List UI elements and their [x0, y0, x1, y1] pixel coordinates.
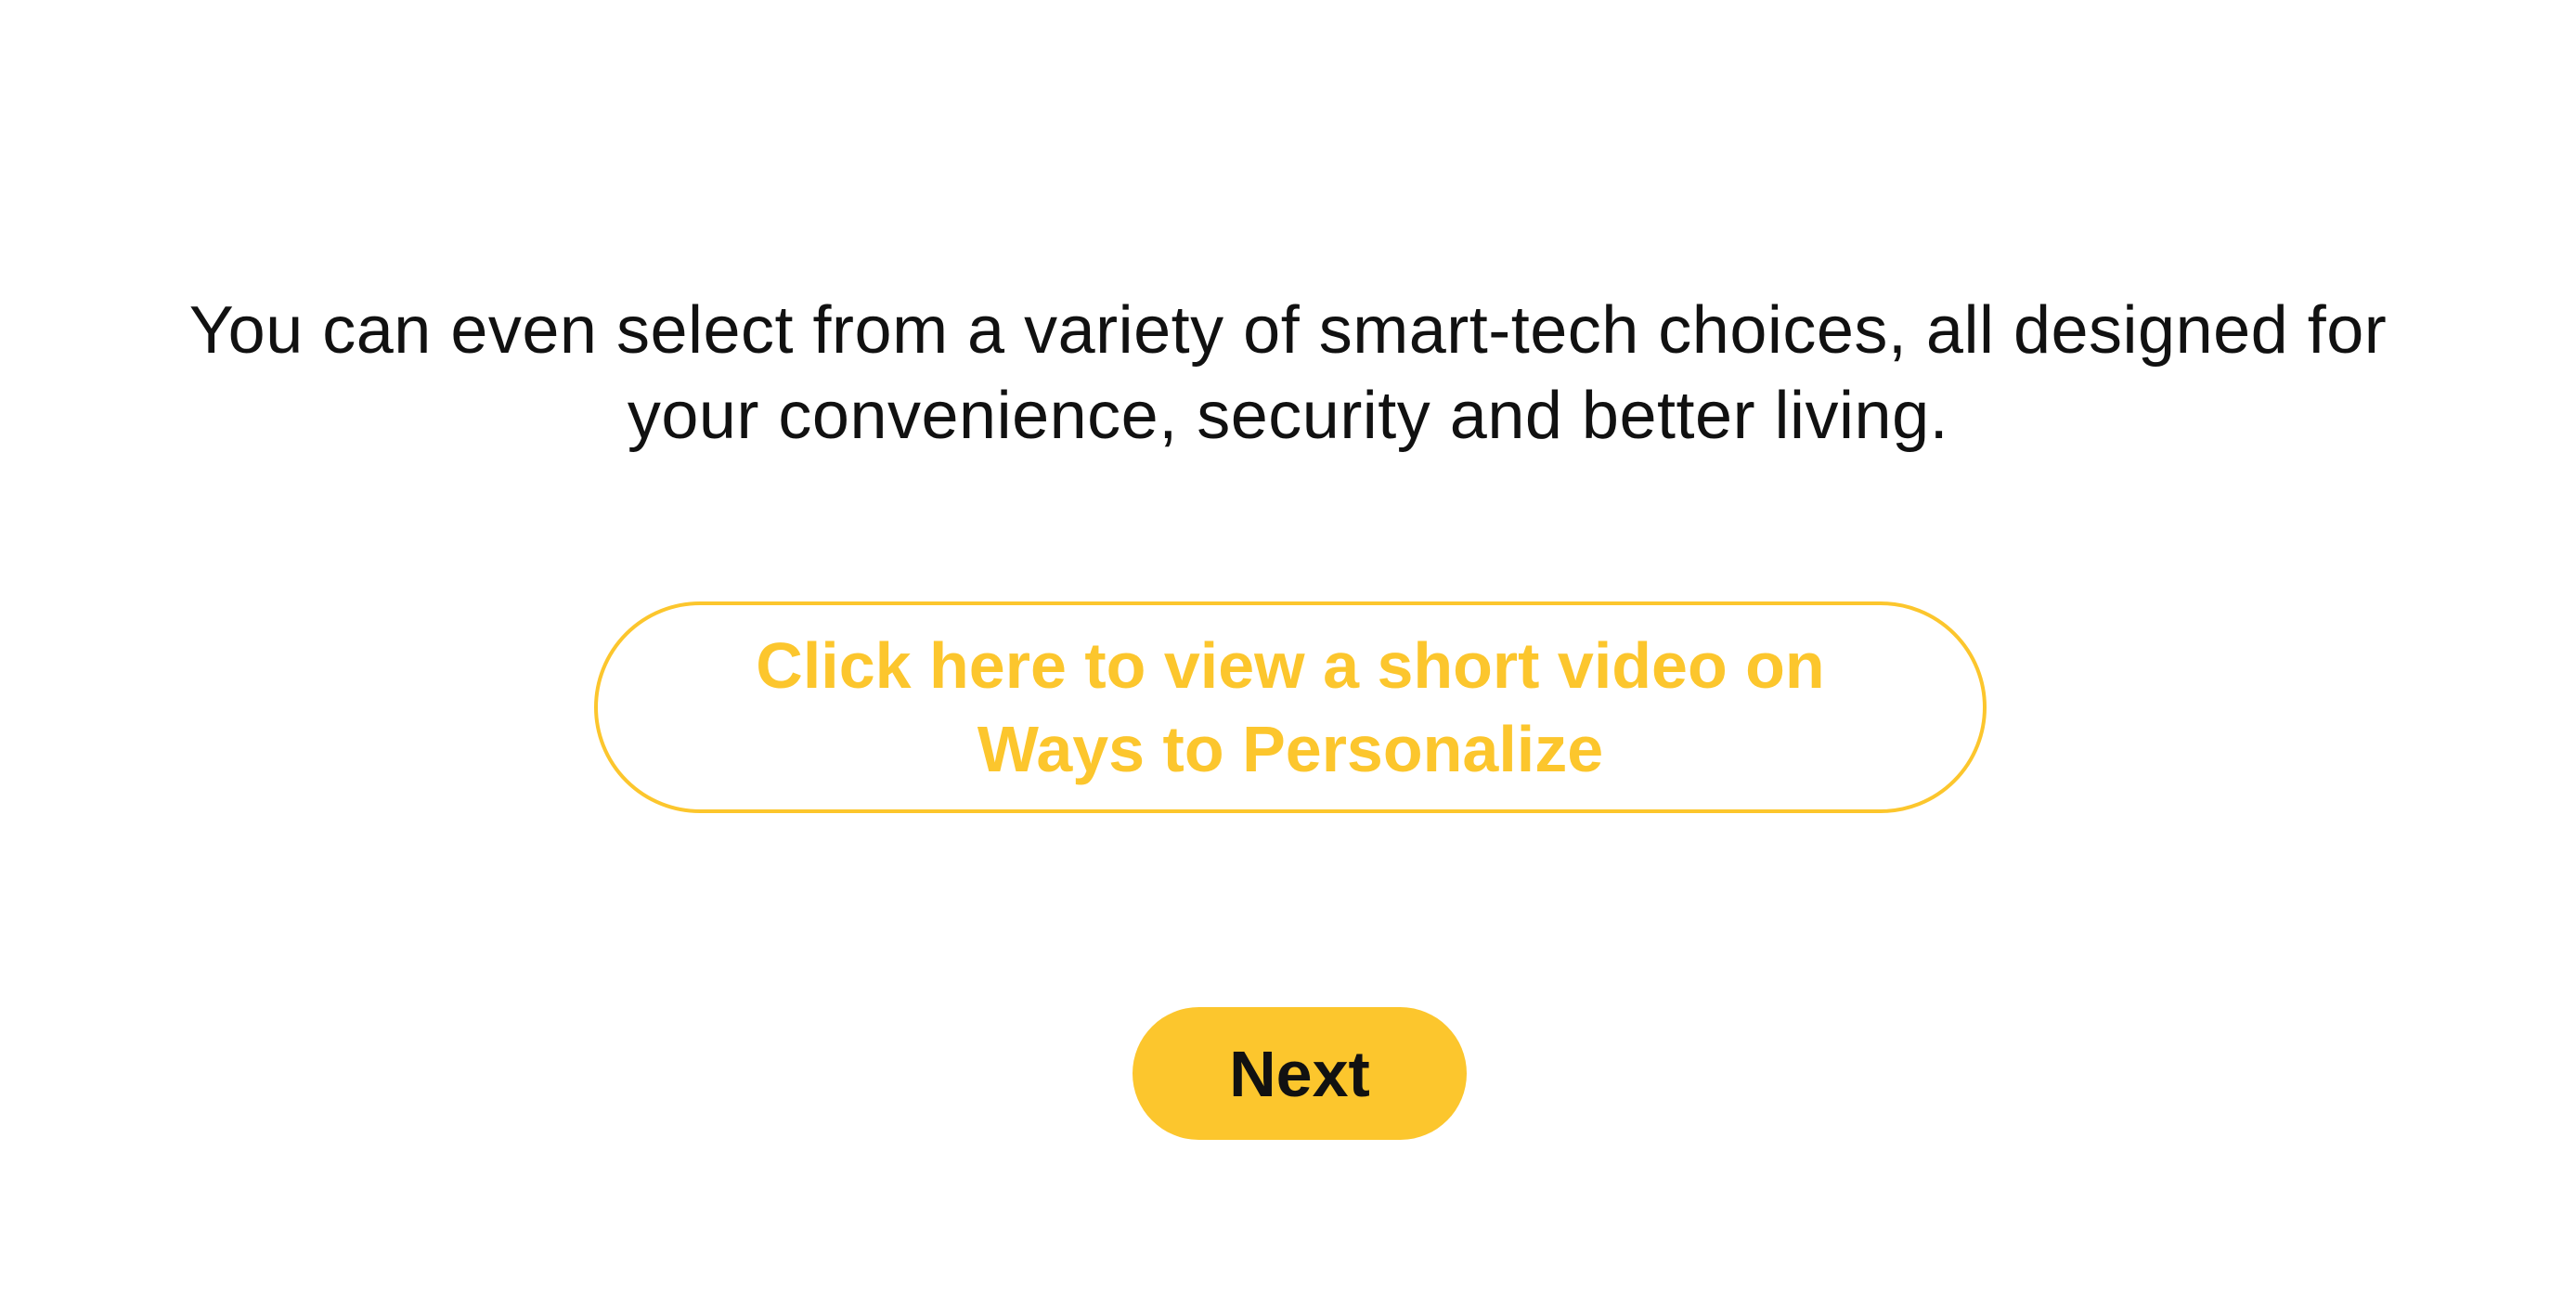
- video-button-line-2: Ways to Personalize: [977, 713, 1604, 785]
- intro-line-1: You can even select from a variety of sm…: [188, 293, 2388, 368]
- next-button[interactable]: Next: [1133, 1007, 1467, 1140]
- video-button-line-1: Click here to view a short video on: [756, 629, 1825, 702]
- page: You can even select from a variety of sm…: [0, 0, 2576, 1306]
- intro-line-2: your convenience, security and better li…: [627, 379, 1949, 453]
- next-button-label: Next: [1229, 1037, 1370, 1110]
- intro-text: You can even select from a variety of sm…: [0, 288, 2576, 459]
- view-video-button[interactable]: Click here to view a short video on Ways…: [594, 601, 1987, 813]
